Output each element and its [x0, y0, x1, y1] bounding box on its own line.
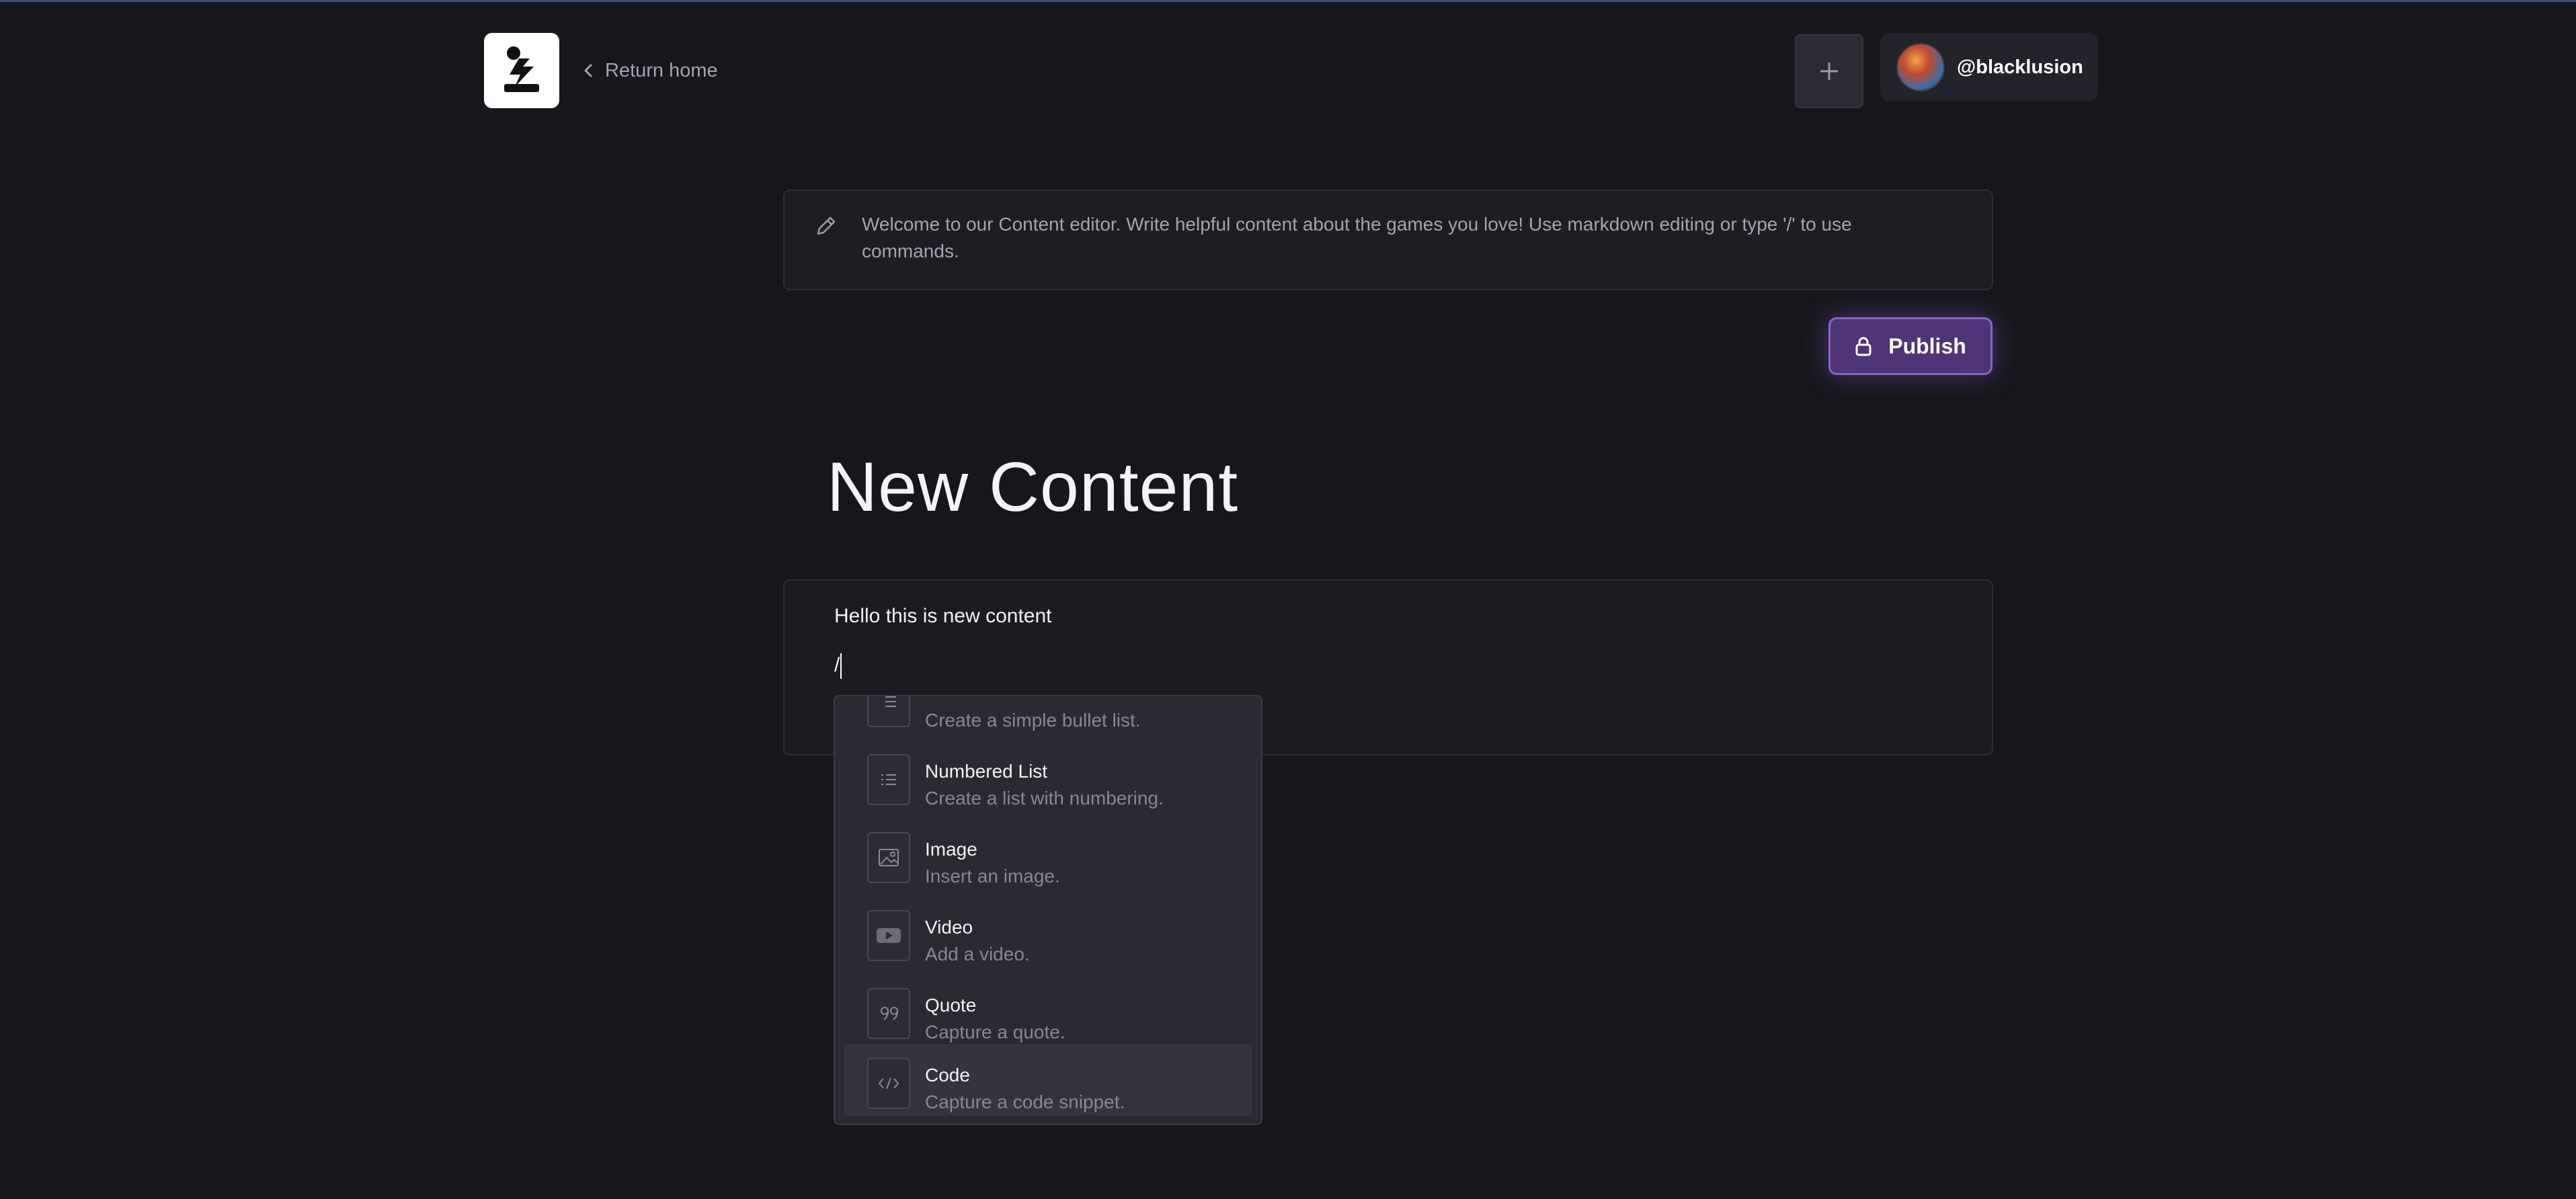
page-title[interactable]: New Content — [827, 440, 1238, 534]
menu-item-desc: Create a list with numbering. — [925, 788, 1164, 809]
user-menu[interactable]: @blacklusion — [1880, 33, 2098, 101]
app-logo[interactable] — [484, 33, 559, 108]
menu-item-quote[interactable]: Quote Capture a quote. — [844, 975, 1252, 1046]
create-button[interactable] — [1795, 34, 1863, 108]
bullet-list-icon — [867, 696, 910, 727]
menu-item-title: Numbered List — [925, 761, 1048, 782]
editor-info-banner: Welcome to our Content editor. Write hel… — [783, 190, 1993, 290]
menu-item-code[interactable]: Code Capture a code snippet. — [844, 1044, 1252, 1116]
plus-icon — [1820, 63, 1838, 80]
avatar — [1896, 43, 1945, 91]
return-home-link[interactable]: Return home — [583, 56, 718, 85]
code-icon — [867, 1058, 910, 1109]
text-caret — [840, 653, 842, 679]
menu-item-video[interactable]: Video Add a video. — [844, 897, 1252, 968]
image-icon — [867, 832, 910, 883]
menu-item-numbered-list[interactable]: Numbered List Create a list with numberi… — [844, 741, 1252, 812]
video-icon — [867, 910, 910, 961]
menu-item-title: Code — [925, 1065, 970, 1085]
menu-item-title: Image — [925, 839, 977, 860]
banner-text: Welcome to our Content editor. Write hel… — [862, 214, 1852, 261]
menu-item-desc: Create a simple bullet list. — [925, 710, 1141, 731]
menu-item-desc: Capture a code snippet. — [925, 1091, 1125, 1112]
publish-button[interactable]: Publish — [1828, 317, 1993, 375]
numbered-list-icon — [867, 754, 910, 805]
menu-item-bullet-list[interactable]: Create a simple bullet list. — [844, 696, 1252, 734]
logo-icon — [504, 46, 539, 92]
slash-command-menu[interactable]: Create a simple bullet list. Numbered Li… — [834, 695, 1262, 1125]
menu-item-image[interactable]: Image Insert an image. — [844, 819, 1252, 890]
chevron-left-icon — [584, 64, 592, 77]
pencil-icon — [817, 216, 836, 235]
menu-item-title: Quote — [925, 995, 977, 1016]
editor-slash-line[interactable]: / — [834, 653, 842, 679]
username: @blacklusion — [1957, 56, 2083, 78]
quote-icon — [867, 988, 910, 1039]
slash-command-text: / — [834, 653, 840, 676]
top-border — [0, 0, 2576, 2]
editor-paragraph[interactable]: Hello this is new content — [834, 605, 1052, 628]
menu-item-desc: Add a video. — [925, 944, 1030, 964]
menu-item-desc: Insert an image. — [925, 866, 1060, 886]
menu-item-desc: Capture a quote. — [925, 1022, 1065, 1042]
menu-item-title: Video — [925, 917, 973, 938]
lock-icon — [1855, 337, 1871, 356]
publish-label: Publish — [1888, 333, 1966, 358]
return-home-label: Return home — [605, 59, 718, 81]
